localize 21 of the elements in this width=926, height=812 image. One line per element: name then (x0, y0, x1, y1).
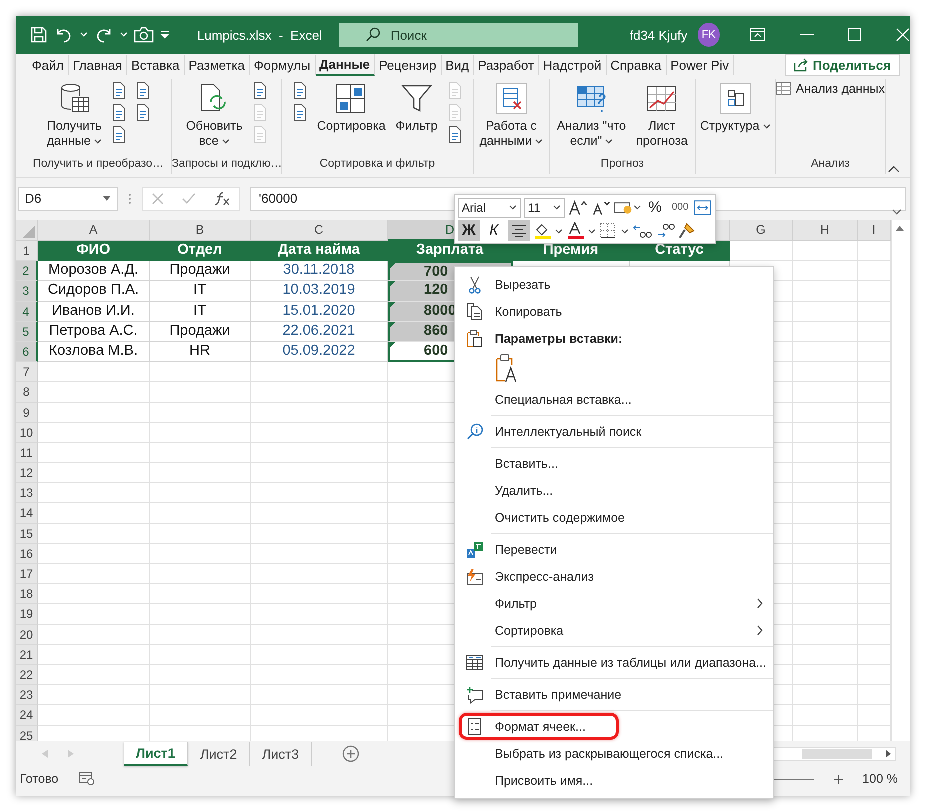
group-label: Получить и преобразо… (32, 158, 166, 172)
group-label: Прогноз (600, 158, 646, 172)
table-cell: Продажи (150, 322, 251, 342)
status-text: Готово (20, 772, 59, 786)
table-cell: Дата найма (251, 241, 388, 262)
window-title: Lumpics.xlsx - Excel (197, 28, 324, 42)
table-cell: HR (150, 342, 251, 362)
table-cell: IT (150, 302, 251, 322)
table-cell: Козлова М.В. (38, 342, 150, 362)
group-label: Запросы и подклю… (172, 158, 281, 172)
table-cell: Иванов И.И. (38, 302, 150, 322)
table-cell: Петрова А.С. (38, 322, 150, 342)
table-cell: Морозов А.Д. (38, 261, 150, 282)
group-label: Сортировка и фильтр (318, 158, 436, 172)
table-cell: Продажи (150, 261, 251, 282)
group-label: Анализ (810, 158, 851, 172)
table-cell: Отдел (150, 241, 251, 262)
table-cell: ФИО (38, 241, 150, 262)
table-cell: Сидоров П.А. (38, 281, 150, 302)
table-cell: Зарплата (388, 241, 513, 262)
table-cell: IT (150, 281, 251, 302)
